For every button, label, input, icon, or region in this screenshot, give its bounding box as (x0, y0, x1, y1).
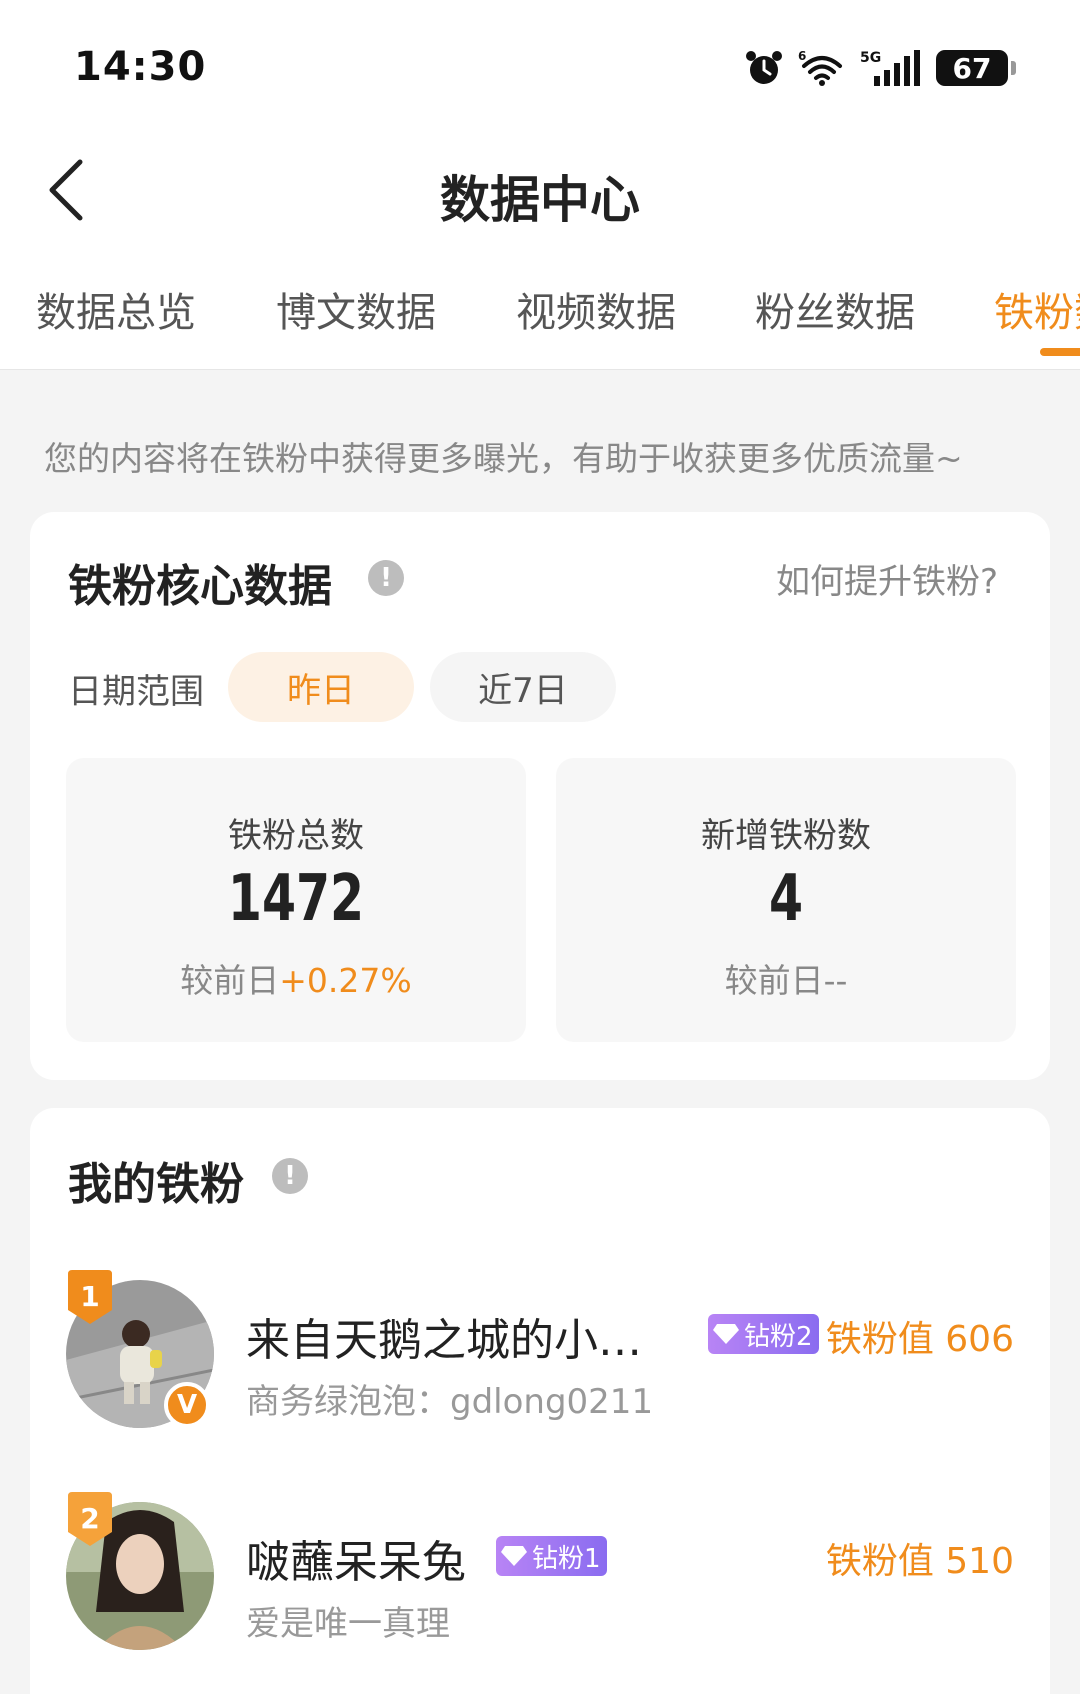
tab-overview[interactable]: 数据总览 (36, 280, 196, 338)
core-info-icon[interactable]: ! (368, 560, 404, 596)
diamond-fan-badge: 钻粉2 (708, 1314, 819, 1354)
diamond-icon (501, 1546, 527, 1566)
tab-posts[interactable]: 博文数据 (276, 280, 436, 338)
cellular-signal-icon: 5G (860, 50, 920, 86)
my-fans-card: 我的铁粉 ! 1 V 来自天鹅之城的小… 钻粉2 铁粉值 606 商务绿泡泡：g… (30, 1108, 1050, 1694)
fan-name: 啵蘸呆呆兔 (246, 1537, 466, 1588)
date-range-label: 日期范围 (68, 672, 204, 712)
fan-name: 来自天鹅之城的小… (246, 1315, 642, 1366)
total-fans-label: 铁粉总数 (228, 816, 364, 856)
status-time: 14:30 (74, 44, 207, 90)
total-fans-stat: 铁粉总数 1472 较前日+0.27% (66, 758, 526, 1042)
fan-bio: 爱是唯一真理 (246, 1604, 450, 1644)
range-7days-button[interactable]: 近7日 (430, 652, 616, 722)
diamond-icon (713, 1324, 739, 1344)
rank-number: 2 (80, 1502, 99, 1535)
fan-list-item[interactable]: 2 啵蘸呆呆兔 钻粉1 铁粉值 510 爱是唯一真理 (30, 1492, 1050, 1672)
iron-fan-value: 铁粉值 606 (825, 1319, 1014, 1360)
iron-fan-value: 铁粉值 510 (825, 1541, 1014, 1582)
network-type-label: 5G (860, 50, 881, 66)
core-data-title: 铁粉核心数据 (68, 561, 332, 612)
new-fans-value: 4 (768, 862, 804, 936)
rank-2-badge-icon: 2 (68, 1492, 112, 1546)
total-fans-compare: 较前日+0.27% (180, 961, 412, 1000)
rank-1-badge-icon: 1 (68, 1270, 112, 1324)
tab-fans[interactable]: 粉丝数据 (755, 280, 915, 338)
fan-list-item[interactable]: 1 V 来自天鹅之城的小… 钻粉2 铁粉值 606 商务绿泡泡：gdlong02… (30, 1270, 1050, 1450)
alarm-icon (746, 51, 782, 84)
wifi-icon: 6 (798, 49, 842, 86)
top-section: 14:30 6 5G 67 数据中心 数据总览 博文数据 视频数据 粉丝数据 铁… (0, 0, 1080, 370)
total-fans-value: 1472 (227, 862, 365, 936)
new-fans-change: -- (823, 961, 848, 1000)
new-fans-stat: 新增铁粉数 4 较前日-- (556, 758, 1016, 1042)
core-data-card: 铁粉核心数据 ! 如何提升铁粉? 日期范围 昨日 近7日 铁粉总数 1472 较… (30, 512, 1050, 1080)
svg-text:6: 6 (798, 49, 806, 63)
tab-video[interactable]: 视频数据 (516, 280, 676, 338)
active-tab-indicator (1040, 348, 1080, 356)
nav-bar: 数据中心 (0, 140, 1080, 250)
hint-text: 您的内容将在铁粉中获得更多曝光，有助于收获更多优质流量~ (44, 439, 963, 478)
diamond-fan-badge: 钻粉1 (496, 1536, 607, 1576)
fan-bio: 商务绿泡泡：gdlong0211 (246, 1382, 654, 1422)
my-fans-info-icon[interactable]: ! (272, 1158, 308, 1194)
how-to-improve-link[interactable]: 如何提升铁粉? (776, 554, 998, 603)
new-fans-label: 新增铁粉数 (701, 816, 871, 856)
range-yesterday-button[interactable]: 昨日 (228, 652, 414, 722)
tab-bar: 数据总览 博文数据 视频数据 粉丝数据 铁粉数据 (0, 270, 1080, 370)
total-fans-change: +0.27% (279, 961, 412, 1000)
verified-v-icon: V (164, 1382, 210, 1428)
my-fans-title: 我的铁粉 (68, 1159, 244, 1210)
battery-indicator: 67 (936, 50, 1016, 86)
tab-iron-fans[interactable]: 铁粉数据 (994, 280, 1080, 338)
page-title: 数据中心 (440, 171, 640, 229)
status-icons: 6 5G 67 (744, 46, 1016, 90)
new-fans-compare: 较前日-- (724, 961, 848, 1000)
rank-number: 1 (80, 1280, 99, 1313)
status-bar: 14:30 6 5G 67 (0, 0, 1080, 140)
